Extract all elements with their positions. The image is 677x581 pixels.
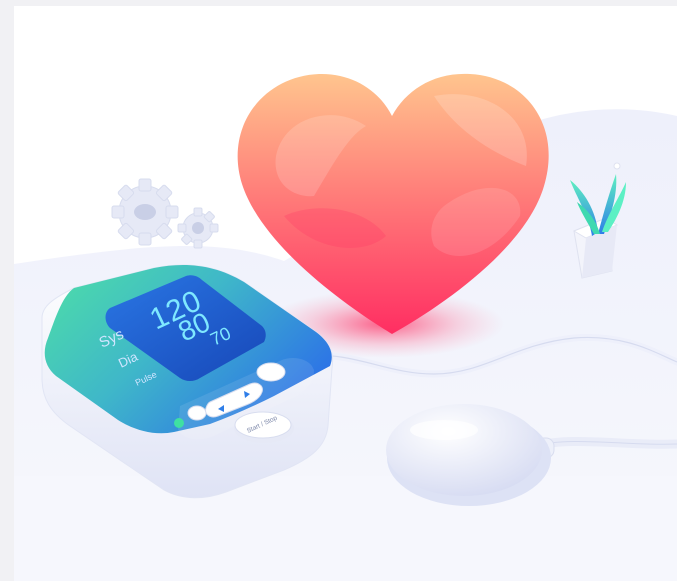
blood-pressure-illustration: Sys Dia Pulse 120 80 70 Start / Stop xyxy=(14,73,677,581)
gear-icon xyxy=(111,178,179,246)
floor-panel xyxy=(14,476,677,581)
illustration-frame: Sys Dia Pulse 120 80 70 Start / Stop xyxy=(14,6,677,581)
memory-button[interactable] xyxy=(187,405,207,421)
status-led xyxy=(174,418,184,428)
small-gear-icon xyxy=(177,207,219,249)
set-button[interactable] xyxy=(256,362,286,382)
